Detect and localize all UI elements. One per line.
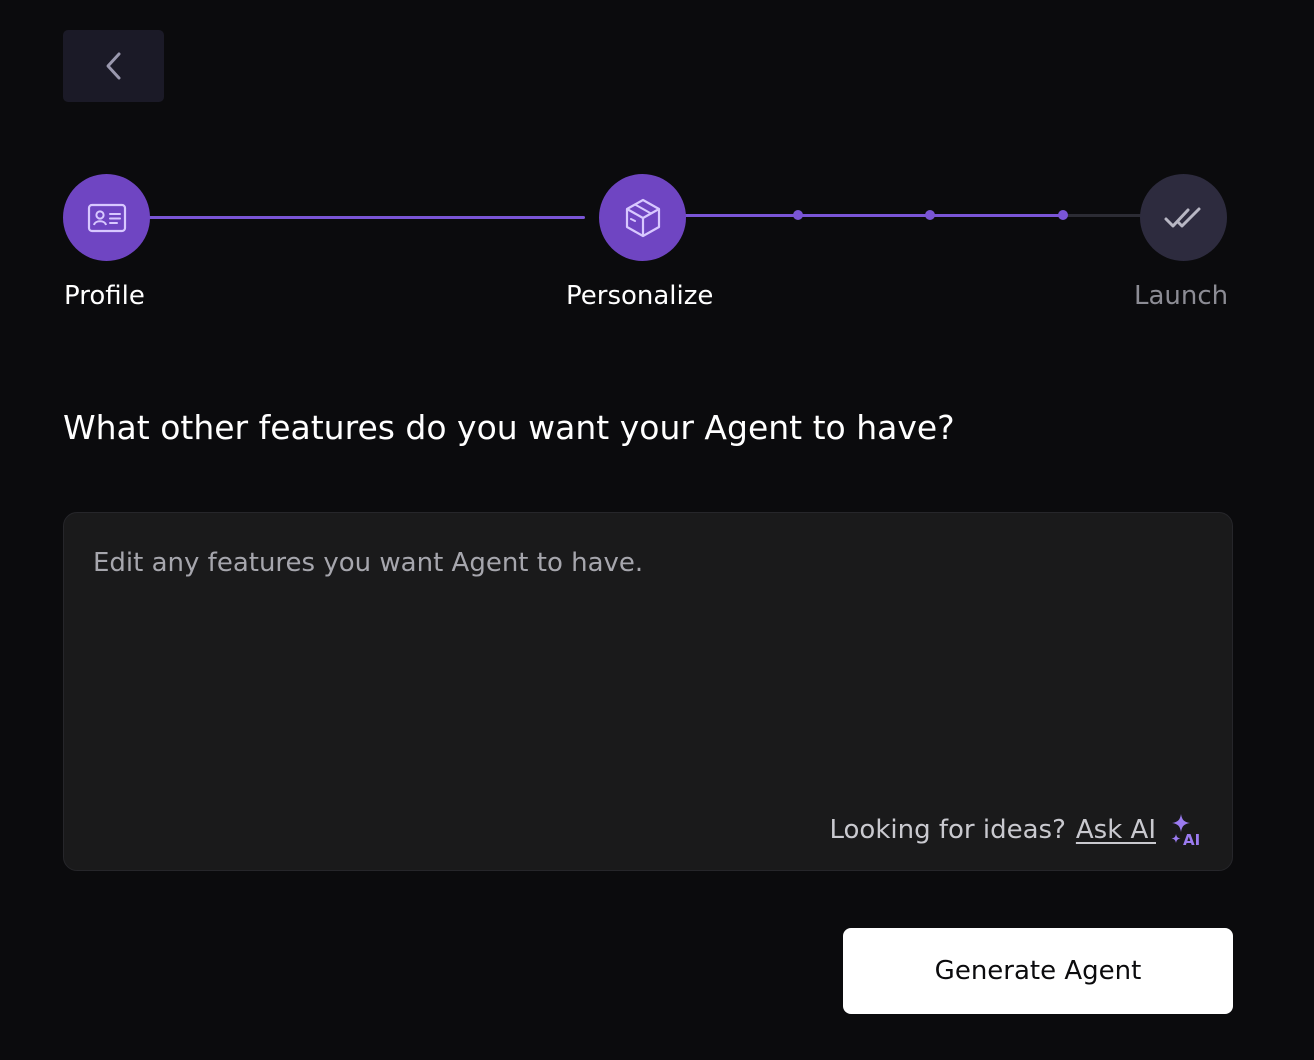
stepper-line-profile-personalize bbox=[148, 216, 585, 219]
sparkle-ai-icon[interactable]: AI bbox=[1170, 812, 1204, 848]
svg-text:AI: AI bbox=[1183, 831, 1200, 848]
page-question: What other features do you want your Age… bbox=[63, 408, 955, 447]
step-label-launch: Launch bbox=[1134, 281, 1229, 311]
double-check-icon bbox=[1164, 207, 1200, 227]
stepper-line-personalize-launch-remaining bbox=[1064, 214, 1142, 217]
step-launch[interactable] bbox=[1140, 174, 1227, 261]
generate-agent-button[interactable]: Generate Agent bbox=[843, 928, 1233, 1014]
step-personalize[interactable] bbox=[599, 174, 686, 261]
features-textarea[interactable] bbox=[93, 543, 1193, 783]
chevron-left-icon bbox=[106, 52, 120, 80]
ask-ai-link[interactable]: Ask AI bbox=[1076, 812, 1156, 848]
features-input-container: Looking for ideas? Ask AI AI bbox=[63, 512, 1233, 871]
back-button[interactable] bbox=[63, 30, 164, 102]
box-icon bbox=[625, 198, 660, 237]
ideas-prompt: Looking for ideas? bbox=[829, 815, 1066, 845]
agent-setup-page: Profile Personalize Launch What other fe… bbox=[0, 0, 1314, 1060]
stepper-substep-dot bbox=[925, 210, 935, 220]
step-label-profile: Profile bbox=[64, 281, 145, 311]
ideas-row: Looking for ideas? Ask AI AI bbox=[830, 812, 1205, 848]
id-card-icon bbox=[87, 203, 126, 232]
step-profile[interactable] bbox=[63, 174, 150, 261]
stepper-substep-dot bbox=[793, 210, 803, 220]
step-label-personalize: Personalize bbox=[566, 281, 714, 311]
stepper-line-personalize-launch-progress bbox=[684, 214, 1064, 217]
stepper-substep-dot bbox=[1058, 210, 1068, 220]
